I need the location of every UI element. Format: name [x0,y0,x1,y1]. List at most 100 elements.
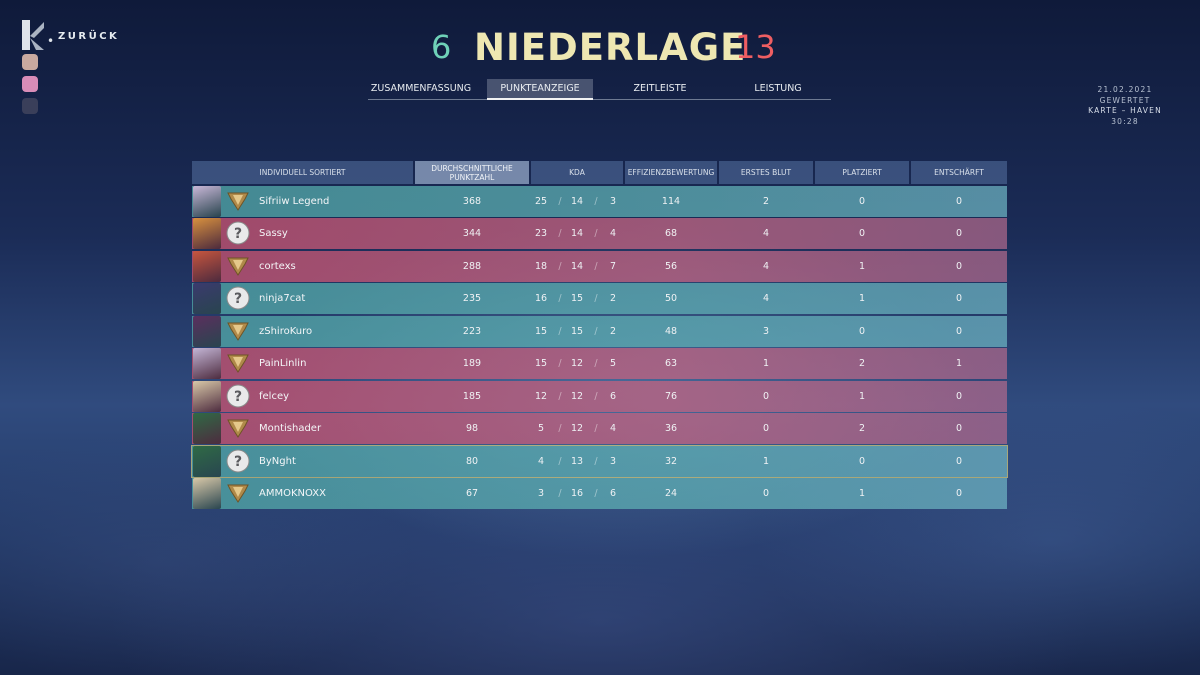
player-name[interactable]: PainLinlin [259,348,306,379]
econ-rating-value: 76 [664,390,678,402]
kills-value: 12 [534,390,548,402]
table-row[interactable]: ? felcey 185 12 / 12 / 6 76 0 1 0 [192,380,1007,412]
enemy-score: 13 [735,28,776,66]
first-blood-value: 1 [762,455,770,467]
assists-value: 2 [609,325,617,337]
econ-rating-value: 50 [664,293,678,304]
table-row[interactable]: Montishader 98 5 / 12 / 4 36 0 2 0 [192,413,1007,444]
kda-separator-icon: / [594,423,598,434]
kda-value: 16 / 15 / 2 [529,283,623,314]
deaths-value: 14 [570,195,584,207]
agent-portrait-icon [193,445,221,477]
table-row[interactable]: AMMOKNOXX 67 3 / 16 / 6 24 0 1 0 [192,478,1007,509]
defuses-value: 0 [955,195,963,207]
unranked-icon: ? [226,449,250,472]
assists-value: 4 [609,423,617,434]
scoreboard-table: INDIVIDUELL SORTIERT DURCHSCHNITTLICHE P… [191,161,1008,509]
player-name[interactable]: Sifriiw Legend [259,186,329,217]
table-row[interactable]: ? ByNght 80 4 / 13 / 3 32 1 0 0 [191,444,1008,478]
player-name[interactable]: ByNght [259,446,296,477]
player-name[interactable]: zShiroKuro [259,316,312,347]
header-kda[interactable]: KDA [531,161,623,184]
kda-separator-icon: / [558,390,562,402]
player-name[interactable]: Montishader [259,413,321,444]
header-average-score[interactable]: DURCHSCHNITTLICHE PUNKTZAHL [415,161,529,184]
player-name[interactable]: ninja7cat [259,283,305,314]
kills-value: 15 [534,358,548,369]
average-score-value: 80 [465,455,479,467]
tab-timeline[interactable]: ZEITLEISTE [607,79,713,98]
kda-value: 12 / 12 / 6 [529,381,623,412]
econ-rating-value: 32 [664,455,678,467]
plants-value: 0 [858,455,866,467]
scoreboard-header: INDIVIDUELL SORTIERT DURCHSCHNITTLICHE P… [192,161,1007,184]
header-sort-player[interactable]: INDIVIDUELL SORTIERT [192,161,413,184]
ranked-icon [227,484,249,503]
plants-value: 0 [858,228,866,239]
plants-value: 0 [858,195,866,207]
deaths-value: 12 [570,423,584,434]
tab-scoreboard[interactable]: PUNKTEANZEIGE [487,79,593,100]
first-blood-value: 0 [762,488,770,499]
tab-summary[interactable]: ZUSAMMENFASSUNG [368,79,474,98]
plants-value: 1 [858,390,866,402]
assists-value: 5 [609,358,617,369]
kda-separator-icon: / [594,390,598,402]
agent-portrait-icon [193,315,221,347]
svg-text:?: ? [234,389,242,405]
team-score: 6 [431,28,452,66]
deaths-value: 15 [570,293,584,304]
ranked-icon [227,257,249,276]
defuses-value: 0 [955,260,963,272]
kda-separator-icon: / [558,488,562,499]
kda-separator-icon: / [594,358,598,369]
kda-value: 25 / 14 / 3 [529,186,623,217]
average-score-value: 98 [465,423,479,434]
ranked-icon [227,322,249,341]
player-name[interactable]: Sassy [259,218,288,249]
player-name[interactable]: AMMOKNOXX [259,478,326,509]
table-row[interactable]: cortexs 288 18 / 14 / 7 56 4 1 0 [192,250,1007,282]
average-score-value: 288 [462,260,482,272]
header-first-blood[interactable]: ERSTES BLUT [719,161,813,184]
header-econ-rating[interactable]: EFFIZIENZBEWERTUNG [625,161,717,184]
kda-separator-icon: / [558,195,562,207]
unranked-icon: ? [226,384,250,407]
table-row[interactable]: ? ninja7cat 235 16 / 15 / 2 50 4 1 0 [192,283,1007,314]
player-name[interactable]: felcey [259,381,289,412]
kills-value: 4 [537,455,545,467]
svg-text:?: ? [234,454,242,470]
assists-value: 2 [609,293,617,304]
first-blood-value: 4 [762,260,770,272]
kda-separator-icon: / [594,228,598,239]
econ-rating-value: 48 [664,325,678,337]
player-name[interactable]: cortexs [259,251,296,282]
plants-value: 1 [858,260,866,272]
table-row[interactable]: zShiroKuro 223 15 / 15 / 2 48 3 0 0 [192,315,1007,347]
header-plants[interactable]: PLATZIERT [815,161,909,184]
tab-performance[interactable]: LEISTUNG [725,79,831,98]
party-member-2-icon[interactable] [22,98,38,114]
defuses-value: 0 [955,325,963,337]
party-member-1-icon[interactable] [22,76,38,92]
deaths-value: 12 [570,358,584,369]
agent-portrait-icon [193,478,221,509]
kda-separator-icon: / [558,325,562,337]
kda-separator-icon: / [594,325,598,337]
ranked-icon [227,354,249,373]
table-row[interactable]: PainLinlin 189 15/12/5 63 1 2 1 [192,348,1007,379]
table-row[interactable]: Sifriiw Legend 368 25 / 14 / 3 114 2 0 0 [192,185,1007,217]
kda-separator-icon: / [558,358,562,369]
average-score-value: 189 [462,358,482,369]
econ-rating-value: 36 [664,423,678,434]
table-row[interactable]: ? Sassy 344 23 / 14 / 4 68 4 0 0 [192,218,1007,249]
econ-rating-value: 63 [664,358,678,369]
unranked-icon: ? [226,286,250,310]
kda-value: 4 / 13 / 3 [529,446,623,477]
defuses-value: 0 [955,455,963,467]
kda-separator-icon: / [594,488,598,499]
first-blood-value: 4 [762,293,770,304]
kills-value: 23 [534,228,548,239]
average-score-value: 235 [462,293,482,304]
header-defuses[interactable]: ENTSCHÄRFT [911,161,1007,184]
